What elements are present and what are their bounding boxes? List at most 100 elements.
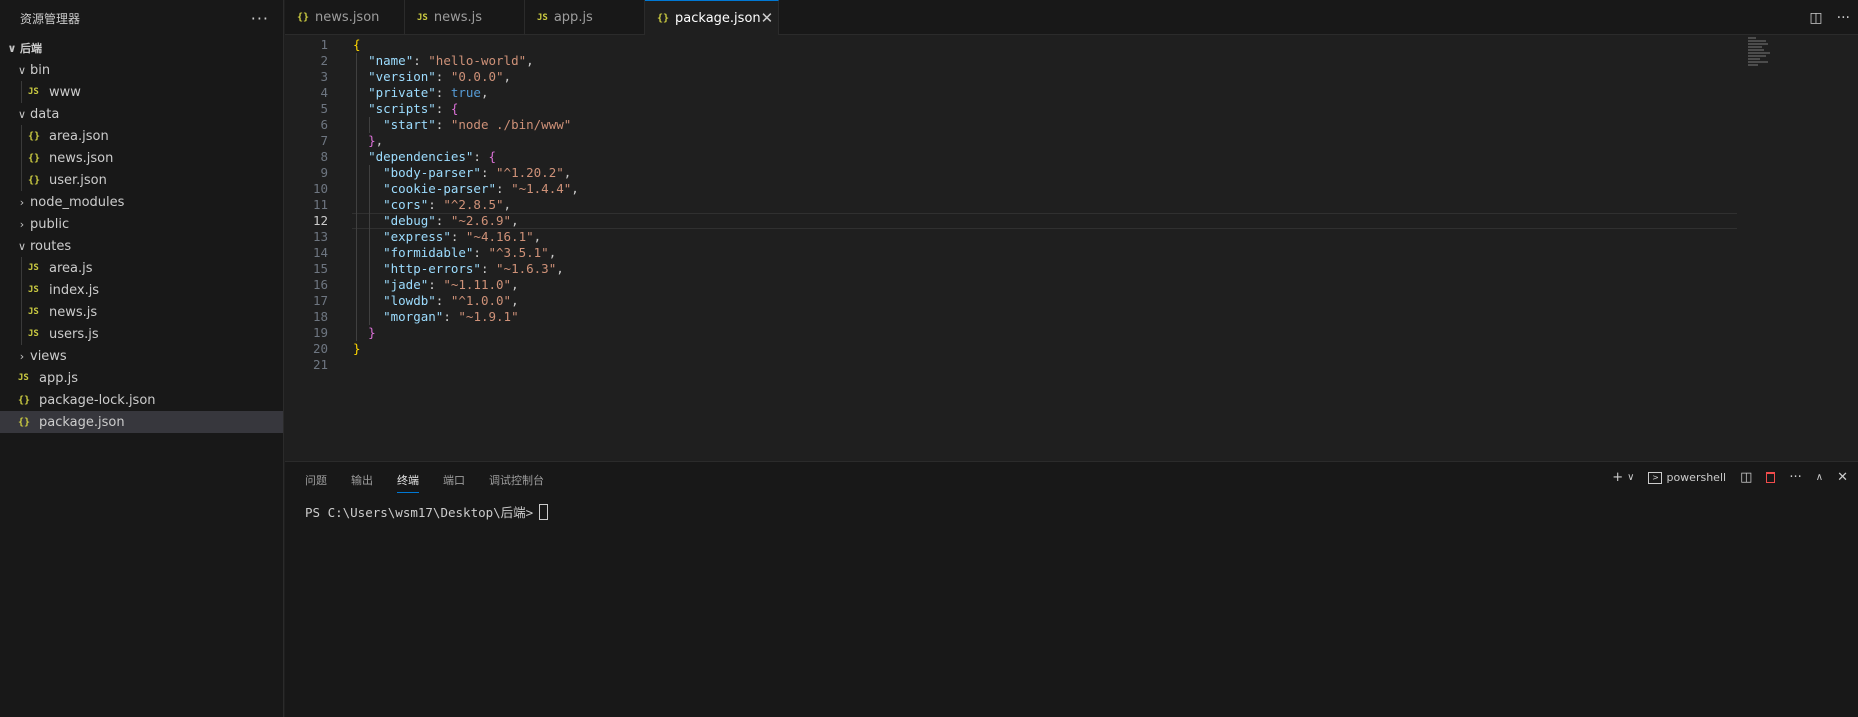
tree-file[interactable]: JS area.js [0, 257, 283, 279]
code-text: "formidable": "^3.5.1", [353, 245, 556, 261]
code-token: "scripts" [368, 101, 436, 116]
code-token: : [435, 293, 451, 308]
code-editor[interactable]: 1{2 "name": "hello-world", 3 "version": "… [285, 37, 1858, 461]
code-token: "~1.11.0" [443, 277, 512, 292]
code-token: "private" [368, 85, 436, 100]
code-text: "express": "~4.16.1", [353, 229, 541, 245]
tree-file[interactable]: JS users.js [0, 323, 283, 345]
indent-guide [369, 117, 370, 133]
json-file-icon: {} [28, 152, 41, 164]
kill-terminal-trash-icon[interactable] [1766, 472, 1776, 483]
panel-tab[interactable]: 终端 [397, 472, 419, 493]
code-text: "cors": "^2.8.5", [353, 197, 511, 213]
editor-tab[interactable]: {} news.json [285, 0, 405, 35]
tree-file[interactable]: {} news.json [0, 147, 283, 169]
explorer-more-actions-icon[interactable]: ··· [251, 9, 269, 28]
tree-folder[interactable]: › public [0, 213, 283, 235]
code-token: { [488, 149, 497, 164]
tree-item-label: www [49, 84, 81, 100]
code-line: 2 "name": "hello-world", [285, 53, 1858, 69]
js-file-icon: JS [18, 373, 29, 383]
code-text: "jade": "~1.11.0", [353, 277, 518, 293]
explorer-title: 资源管理器 [20, 12, 81, 26]
code-token: "morgan" [383, 309, 444, 324]
code-token: , [511, 213, 519, 228]
code-token: , [563, 165, 572, 180]
code-line: 21 [285, 357, 1858, 373]
terminal-dropdown-chevron-icon[interactable]: ∨ [1627, 472, 1634, 483]
code-token: "node ./bin/www" [450, 117, 572, 132]
tree-file[interactable]: {} area.json [0, 125, 283, 147]
indent-guide [21, 279, 22, 301]
code-token: "name" [368, 53, 414, 68]
tree-file[interactable]: {} user.json [0, 169, 283, 191]
tree-file[interactable]: JS www [0, 81, 283, 103]
code-token: : [435, 69, 451, 84]
line-number: 11 [312, 197, 328, 212]
editor-tab[interactable]: {} package.json ✕ [645, 0, 779, 35]
code-line: 12 "debug": "~2.6.9", [285, 213, 1858, 229]
line-number: 10 [312, 181, 328, 196]
code-line: 4 "private": true, [285, 85, 1858, 101]
code-token: , [548, 245, 557, 260]
tree-file[interactable]: JS app.js [0, 367, 283, 389]
terminal-prompt: PS C:\Users\wsm17\Desktop\后端> [305, 505, 534, 520]
code-token: , [511, 293, 519, 308]
code-line: 6 "start": "node ./bin/www" [285, 117, 1858, 133]
code-token: "^1.20.2" [496, 165, 564, 180]
code-text: "morgan": "~1.9.1" [353, 309, 519, 325]
powershell-terminal-icon: > [1648, 471, 1663, 484]
code-line: 5 "scripts": { [285, 101, 1858, 117]
code-token: "hello-world" [428, 53, 527, 68]
editor-more-actions-icon[interactable]: ··· [1837, 10, 1850, 26]
tree-item-label: news.json [49, 150, 114, 166]
tree-file[interactable]: {} package.json [0, 411, 283, 433]
maximize-panel-icon[interactable]: ∧ [1816, 472, 1823, 483]
minimap[interactable] [1748, 37, 1778, 77]
code-token: "http-errors" [383, 261, 481, 276]
panel-more-actions-icon[interactable]: ··· [1789, 470, 1801, 485]
code-token: : [443, 309, 459, 324]
terminal-name-label[interactable]: powershell [1666, 471, 1726, 484]
code-line: 3 "version": "0.0.0", [285, 69, 1858, 85]
line-number: 5 [320, 101, 328, 116]
line-number: 21 [312, 357, 328, 372]
tree-folder[interactable]: › views [0, 345, 283, 367]
tree-folder[interactable]: › node_modules [0, 191, 283, 213]
tree-file[interactable]: JS news.js [0, 301, 283, 323]
editor-tab[interactable]: JS app.js [525, 0, 645, 35]
explorer-sidebar: 资源管理器 ··· ∨ 后端 ∨ bin JS www ∨ data{} area.json{}… [0, 0, 284, 717]
close-panel-icon[interactable]: ✕ [1837, 470, 1848, 485]
tree-folder[interactable]: ∨ bin [0, 59, 283, 81]
new-terminal-icon[interactable]: + [1612, 470, 1623, 485]
panel-tab[interactable]: 问题 [305, 472, 327, 493]
code-text: "private": true, [353, 85, 488, 101]
tab-label: package.json [675, 10, 761, 26]
code-token: , [533, 229, 542, 244]
tree-file[interactable]: JS index.js [0, 279, 283, 301]
line-number: 9 [320, 165, 328, 180]
terminal-output[interactable]: PS C:\Users\wsm17\Desktop\后端> [305, 502, 549, 521]
panel-tab[interactable]: 端口 [443, 472, 465, 493]
tree-item-label: views [30, 348, 67, 364]
code-line: 8 "dependencies": { [285, 149, 1858, 165]
tree-folder[interactable]: ∨ data [0, 103, 283, 125]
current-line-highlight [352, 213, 1737, 229]
split-editor-icon[interactable]: ◫ [1809, 10, 1822, 26]
code-line: 16 "jade": "~1.11.0", [285, 277, 1858, 293]
tree-folder[interactable]: ∨ 后端 [0, 37, 283, 59]
code-line: 13 "express": "~4.16.1", [285, 229, 1858, 245]
panel-tab[interactable]: 调试控制台 [489, 472, 544, 493]
js-file-icon: JS [28, 263, 39, 273]
indent-guide [356, 53, 357, 341]
chevron-right-icon: › [19, 195, 25, 209]
tree-item-label: user.json [49, 172, 107, 188]
split-terminal-icon[interactable]: ◫ [1740, 470, 1752, 485]
editor-tab[interactable]: JS news.js [405, 0, 525, 35]
tree-file[interactable]: {} package-lock.json [0, 389, 283, 411]
code-line: 19 } [285, 325, 1858, 341]
close-tab-icon[interactable]: ✕ [761, 9, 774, 27]
tree-folder[interactable]: ∨ routes [0, 235, 283, 257]
panel-tab[interactable]: 输出 [351, 472, 373, 493]
code-token: : [473, 149, 489, 164]
